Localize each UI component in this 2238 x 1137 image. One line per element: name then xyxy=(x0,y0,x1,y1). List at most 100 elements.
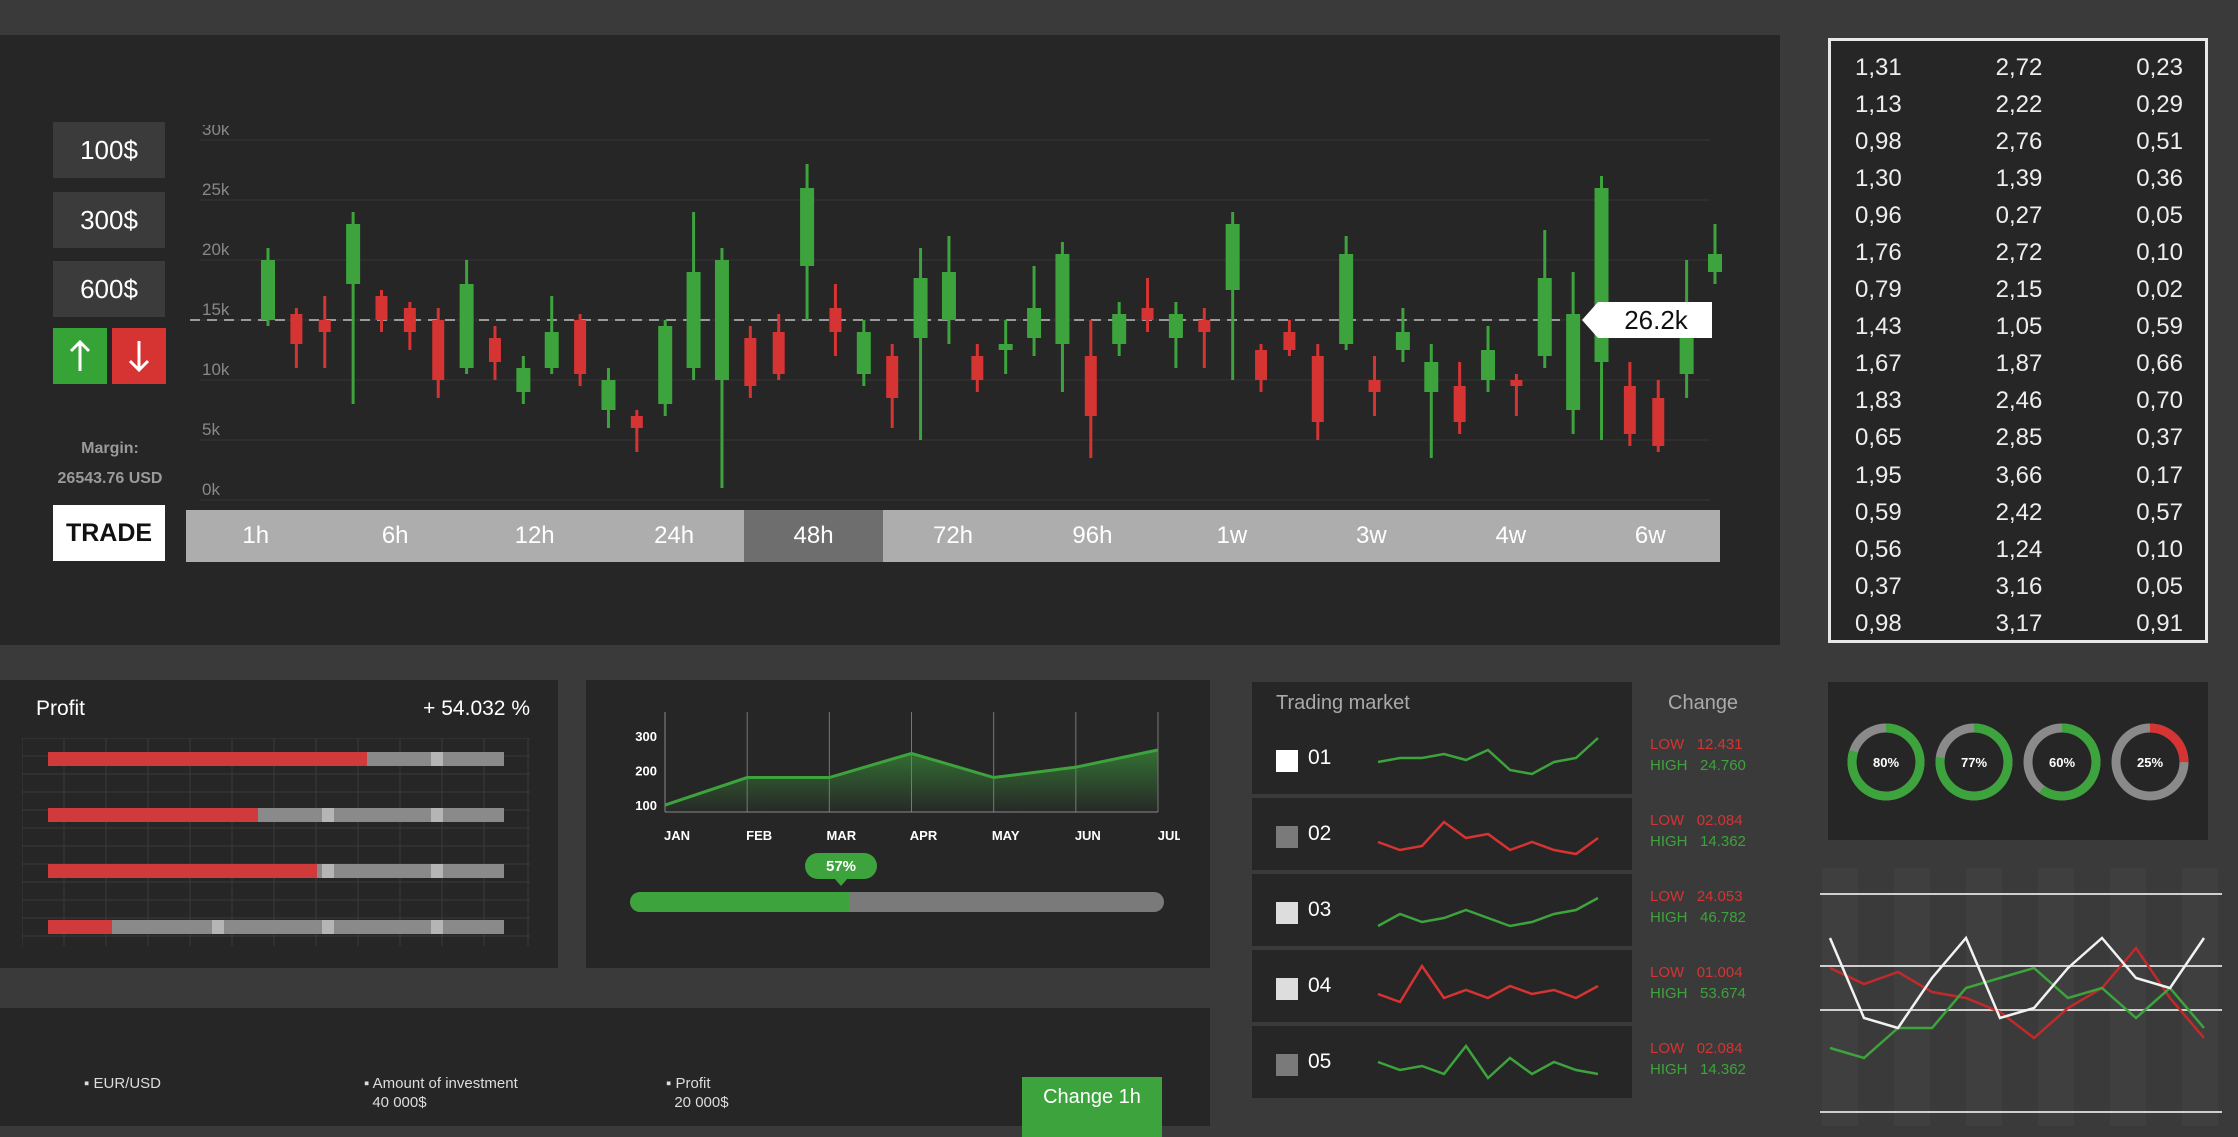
market-row[interactable]: 03 xyxy=(1252,874,1632,946)
candle-body xyxy=(375,296,388,320)
high-value: 14.362 xyxy=(1700,1061,1746,1078)
row-number: 02 xyxy=(1308,822,1332,845)
candle-body xyxy=(403,308,416,332)
candle xyxy=(346,212,361,404)
sparkline xyxy=(1377,963,1599,1004)
candle-body xyxy=(459,284,474,368)
gauge: 80% xyxy=(1846,722,1926,807)
table-cell: 0,05 xyxy=(2136,201,2183,229)
legend-profit: ▪ Profit 20 000$ xyxy=(666,1075,729,1111)
profit-value: + 54.032 % xyxy=(423,697,530,720)
candle-body xyxy=(1283,332,1296,350)
tab-6h[interactable]: 6h xyxy=(325,510,464,562)
table-cell: 0,29 xyxy=(2136,90,2183,118)
candle xyxy=(1141,278,1154,332)
row-checkbox[interactable] xyxy=(1276,1054,1298,1076)
high-label: HIGH xyxy=(1650,1061,1688,1078)
table-row: 1,43 1,05 0,59 xyxy=(1831,309,2205,346)
tab-1h[interactable]: 1h xyxy=(186,510,325,562)
candle-body xyxy=(1453,386,1466,422)
row-checkbox[interactable] xyxy=(1276,902,1298,924)
market-row[interactable]: 04 xyxy=(1252,950,1632,1022)
candle-body xyxy=(290,314,303,344)
table-cell: 1,30 xyxy=(1855,164,1902,192)
table-row: 0,59 2,42 0,57 xyxy=(1831,494,2205,531)
candle-body xyxy=(630,416,643,428)
sparkline-path xyxy=(1377,1043,1599,1080)
table-cell: 0,51 xyxy=(2136,127,2183,155)
candle xyxy=(686,212,701,380)
tab-4w[interactable]: 4w xyxy=(1441,510,1580,562)
change-title: Change xyxy=(1668,692,1739,714)
arrow-down-icon xyxy=(128,341,150,373)
x-tick-label: APR xyxy=(910,828,938,843)
candle xyxy=(744,326,757,398)
table-cell: 0,96 xyxy=(1855,201,1902,229)
table-row: 0,56 1,24 0,10 xyxy=(1831,531,2205,568)
gauge-label: 80% xyxy=(1872,754,1900,770)
sparkline xyxy=(1377,896,1599,928)
buy-up-button[interactable] xyxy=(53,328,107,384)
candle-body xyxy=(1566,314,1581,410)
margin-label: Margin: xyxy=(81,440,139,457)
profit-bar-tick xyxy=(212,920,225,934)
table-cell: 0,66 xyxy=(2136,350,2183,378)
candle-body xyxy=(574,320,587,374)
market-row[interactable]: 02 xyxy=(1252,798,1632,870)
amount-600-button[interactable]: 600$ xyxy=(53,261,165,317)
tab-24h[interactable]: 24h xyxy=(604,510,743,562)
change-cell: LOW 24.053 HIGH 46.782 xyxy=(1650,886,1746,928)
candle xyxy=(1084,320,1097,458)
table-cell: 0,98 xyxy=(1855,609,1902,637)
profit-label: Profit xyxy=(675,1075,711,1092)
sparkline-path xyxy=(1377,963,1599,1004)
sparkline-path xyxy=(1377,896,1599,928)
tab-72h[interactable]: 72h xyxy=(883,510,1022,562)
amount-100-button[interactable]: 100$ xyxy=(53,122,165,178)
table-cell: 1,43 xyxy=(1855,313,1902,341)
tab-6w[interactable]: 6w xyxy=(1581,510,1720,562)
candle-body xyxy=(1055,254,1070,344)
tab-12h[interactable]: 12h xyxy=(465,510,604,562)
sell-down-button[interactable] xyxy=(112,328,166,384)
candle xyxy=(886,344,899,428)
candle xyxy=(829,284,842,356)
tab-1w[interactable]: 1w xyxy=(1162,510,1301,562)
table-cell: 0,79 xyxy=(1855,276,1902,304)
column-band xyxy=(1822,868,1858,1126)
table-cell: 2,85 xyxy=(1995,424,2043,452)
table-cell: 0,27 xyxy=(1995,201,2043,229)
progress-fill xyxy=(630,892,849,912)
legend-investment: ▪ Amount of investment 40 000$ xyxy=(364,1075,518,1111)
candle-body xyxy=(1112,314,1127,344)
change-cell: LOW 01.004 HIGH 53.674 xyxy=(1650,962,1746,1004)
candle-body xyxy=(1424,362,1439,392)
table-row: 0,37 3,16 0,05 xyxy=(1831,568,2205,605)
amount-300-button[interactable]: 300$ xyxy=(53,192,165,248)
profit-bar-fill xyxy=(48,920,112,934)
tab-96h[interactable]: 96h xyxy=(1023,510,1162,562)
candle xyxy=(998,320,1013,374)
row-checkbox[interactable] xyxy=(1276,978,1298,1000)
candle xyxy=(1168,302,1183,368)
change-1h-button[interactable]: Change 1h xyxy=(1022,1077,1162,1137)
multi-line-chart xyxy=(1820,868,2222,1126)
market-row[interactable]: 05 xyxy=(1252,1026,1632,1098)
row-checkbox[interactable] xyxy=(1276,826,1298,848)
candle-body xyxy=(886,356,899,398)
tab-3w[interactable]: 3w xyxy=(1302,510,1441,562)
y-tick-label: 300 xyxy=(635,729,657,744)
table-row: 0,79 2,15 0,02 xyxy=(1831,272,2205,309)
low-label: LOW xyxy=(1650,736,1685,753)
candle xyxy=(403,302,416,350)
trade-button[interactable]: TRADE xyxy=(53,505,165,561)
market-row[interactable]: 01 xyxy=(1252,722,1632,794)
candle xyxy=(1510,374,1523,416)
candle-body xyxy=(1652,398,1665,446)
row-checkbox[interactable] xyxy=(1276,750,1298,772)
candle xyxy=(630,410,643,452)
table-row: 0,98 2,76 0,51 xyxy=(1831,123,2205,160)
candle xyxy=(1198,308,1211,368)
tab-48h[interactable]: 48h xyxy=(743,510,884,562)
y-tick-label: 15k xyxy=(202,300,230,319)
